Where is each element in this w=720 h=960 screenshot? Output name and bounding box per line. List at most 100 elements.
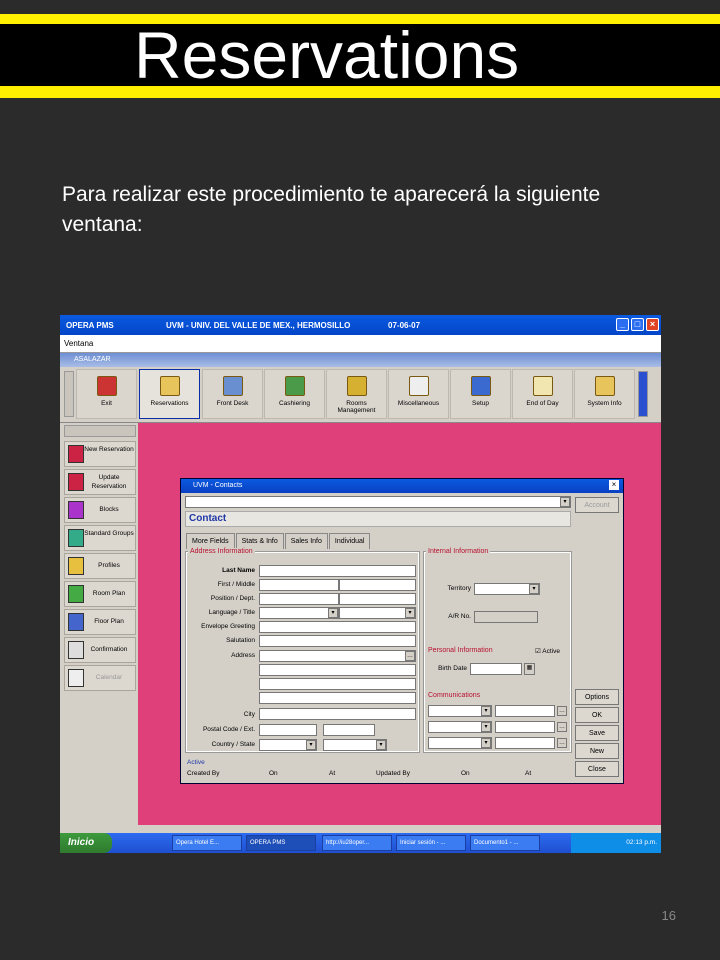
- chevron-down-icon[interactable]: ▾: [328, 608, 338, 618]
- chevron-down-icon[interactable]: ▾: [481, 722, 491, 732]
- task-opera-pms[interactable]: OPERA PMS: [246, 835, 316, 851]
- tab-more-fields[interactable]: More Fields: [186, 533, 235, 549]
- updated-at-label: At: [525, 770, 532, 777]
- new-button[interactable]: New: [575, 743, 619, 759]
- toolbar-end-of-day[interactable]: End of Day: [512, 369, 573, 419]
- task-opera-hotel[interactable]: Opera Hotel E...: [172, 835, 242, 851]
- profiles-icon: [68, 557, 84, 575]
- chevron-down-icon[interactable]: ▾: [481, 738, 491, 748]
- last-name-field[interactable]: [259, 565, 416, 577]
- dialog-close-icon[interactable]: ×: [609, 480, 619, 490]
- menu-ventana[interactable]: Ventana: [60, 335, 661, 353]
- address-line-4[interactable]: [259, 692, 416, 704]
- sidebar-confirmation[interactable]: Confirmation: [64, 637, 136, 663]
- comm-value-3[interactable]: [495, 737, 555, 749]
- toolbar-rooms-management[interactable]: Rooms Management: [326, 369, 387, 419]
- start-button[interactable]: Inicio: [60, 833, 112, 853]
- maximize-icon[interactable]: □: [631, 318, 644, 331]
- comm-value-1[interactable]: [495, 705, 555, 717]
- toolbar-miscellaneous[interactable]: Miscellaneous: [388, 369, 449, 419]
- app-title: OPERA PMS: [66, 321, 114, 330]
- updated-by-label: Updated By: [376, 770, 410, 777]
- salutation-field[interactable]: [259, 635, 416, 647]
- ellipsis-icon[interactable]: …: [557, 706, 567, 716]
- created-on-label: On: [269, 770, 278, 777]
- toolbar-cashiering[interactable]: Cashiering: [264, 369, 325, 419]
- close-button[interactable]: Close: [575, 761, 619, 777]
- internal-group-title: Internal Information: [426, 548, 491, 555]
- toolbar-reservations[interactable]: Reservations: [139, 369, 200, 419]
- comm-value-2[interactable]: [495, 721, 555, 733]
- clock: 02:13 p.m.: [626, 839, 657, 846]
- chevron-down-icon[interactable]: ▾: [376, 740, 386, 750]
- sidebar-room-plan[interactable]: Room Plan: [64, 581, 136, 607]
- close-icon[interactable]: ×: [646, 318, 659, 331]
- toolbar-right-arrow-icon[interactable]: [638, 371, 648, 417]
- created-at-label: At: [329, 770, 336, 777]
- first-name-field[interactable]: [259, 579, 339, 591]
- ellipsis-icon[interactable]: …: [557, 738, 567, 748]
- calendar-icon: [68, 669, 84, 687]
- envelope-greeting-field[interactable]: [259, 621, 416, 633]
- tab-sales-info[interactable]: Sales Info: [284, 533, 328, 549]
- new-reservation-icon: [68, 445, 84, 463]
- birth-date-field[interactable]: [470, 663, 522, 675]
- label-territory: Territory: [447, 585, 471, 592]
- task-iniciar-sesion[interactable]: Iniciar sesión - ...: [396, 835, 466, 851]
- sidebar-floor-plan[interactable]: Floor Plan: [64, 609, 136, 635]
- department-field[interactable]: [339, 593, 416, 605]
- account-button[interactable]: Account: [575, 497, 619, 513]
- address-line-2[interactable]: [259, 664, 416, 676]
- territory-field[interactable]: ▾: [474, 583, 540, 595]
- toolbar-front-desk[interactable]: Front Desk: [202, 369, 263, 419]
- postal-code-field[interactable]: [259, 724, 317, 736]
- sidebar-up-arrow-icon[interactable]: [64, 425, 136, 437]
- contact-combo[interactable]: ▾: [185, 496, 571, 508]
- tab-stats-info[interactable]: Stats & Info: [235, 533, 284, 549]
- save-button[interactable]: Save: [575, 725, 619, 741]
- country-field[interactable]: ▾: [259, 739, 317, 751]
- label-last-name: Last Name: [222, 567, 255, 574]
- opera-screenshot: OPERA PMS UVM - UNIV. DEL VALLE DE MEX.,…: [60, 315, 661, 853]
- active-checkbox[interactable]: ☑ Active: [535, 647, 560, 655]
- ellipsis-icon[interactable]: …: [405, 651, 415, 661]
- address-line-3[interactable]: [259, 678, 416, 690]
- address-line-1[interactable]: …: [259, 650, 416, 662]
- options-button[interactable]: Options: [575, 689, 619, 705]
- language-field[interactable]: ▾: [259, 607, 339, 619]
- minimize-icon[interactable]: _: [616, 318, 629, 331]
- toolbar-system-info[interactable]: System Info: [574, 369, 635, 419]
- front-desk-icon: [222, 376, 243, 396]
- task-documento1[interactable]: Documento1 - ...: [470, 835, 540, 851]
- sidebar-update-reservation[interactable]: Update Reservation: [64, 469, 136, 495]
- toolbar-setup[interactable]: Setup: [450, 369, 511, 419]
- tab-individual[interactable]: Individual: [328, 533, 371, 549]
- misc-icon: [408, 376, 429, 396]
- hotel-title: UVM - UNIV. DEL VALLE DE MEX., HERMOSILL…: [166, 321, 351, 330]
- sidebar-standard-groups[interactable]: Standard Groups: [64, 525, 136, 551]
- postal-ext-field[interactable]: [323, 724, 375, 736]
- toolbar-left-arrow-icon[interactable]: [64, 371, 74, 417]
- state-field[interactable]: ▾: [323, 739, 387, 751]
- ok-button[interactable]: OK: [575, 707, 619, 723]
- chevron-down-icon[interactable]: ▾: [529, 584, 539, 594]
- chevron-down-icon[interactable]: ▾: [560, 497, 570, 507]
- comm-type-3[interactable]: ▾: [428, 737, 492, 749]
- calendar-picker-icon[interactable]: ▦: [524, 663, 535, 675]
- sidebar-profiles[interactable]: Profiles: [64, 553, 136, 579]
- task-browser[interactable]: http://iu28oper...: [322, 835, 392, 851]
- city-field[interactable]: [259, 708, 416, 720]
- sidebar-new-reservation[interactable]: New Reservation: [64, 441, 136, 467]
- comm-type-1[interactable]: ▾: [428, 705, 492, 717]
- chevron-down-icon[interactable]: ▾: [306, 740, 316, 750]
- sidebar-calendar[interactable]: Calendar: [64, 665, 136, 691]
- ellipsis-icon[interactable]: …: [557, 722, 567, 732]
- label-language-title: Language / Title: [208, 609, 255, 616]
- address-group-title: Address Information: [188, 548, 255, 555]
- chevron-down-icon[interactable]: ▾: [481, 706, 491, 716]
- comm-type-2[interactable]: ▾: [428, 721, 492, 733]
- sidebar-blocks[interactable]: Blocks: [64, 497, 136, 523]
- window-titlebar: OPERA PMS UVM - UNIV. DEL VALLE DE MEX.,…: [60, 315, 661, 335]
- toolbar-exit[interactable]: Exit: [76, 369, 137, 419]
- position-field[interactable]: [259, 593, 339, 605]
